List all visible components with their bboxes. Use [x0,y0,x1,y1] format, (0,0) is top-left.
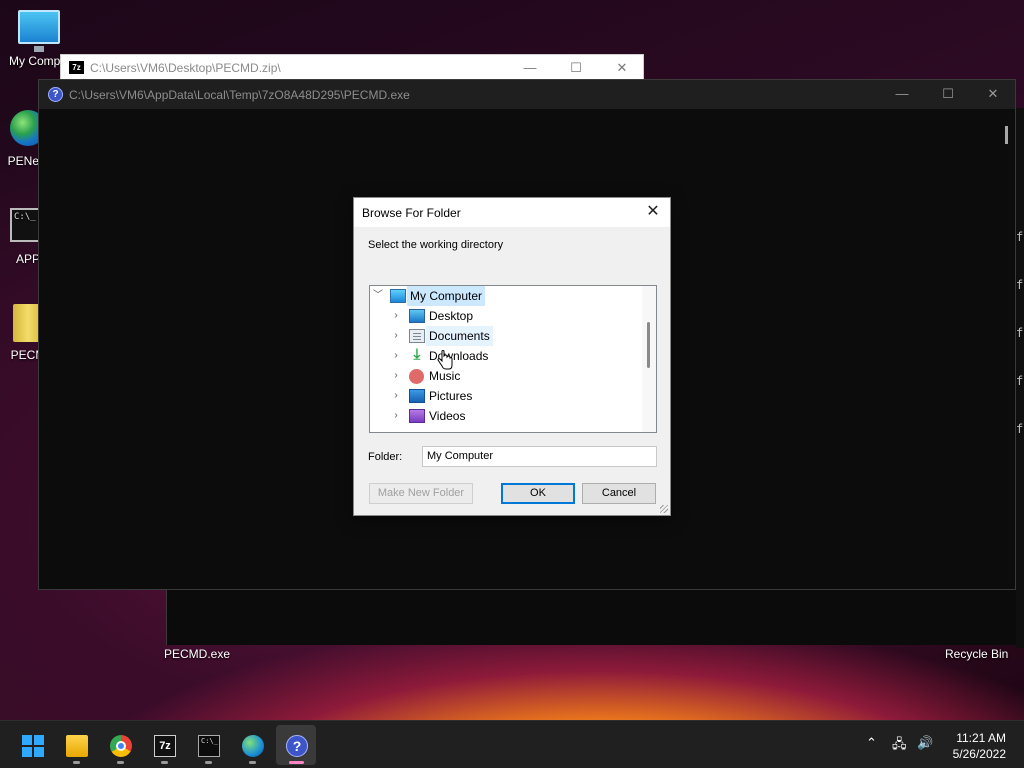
downloads-folder-icon: ⤓ [413,346,421,363]
chevron-right-icon[interactable]: › [390,386,402,406]
tree-item-label: Documents [426,326,493,346]
desktop-icon-label-recycle-bin[interactable]: Recycle Bin [945,647,1008,661]
resize-grip[interactable] [660,505,668,513]
console-scrollbar[interactable] [1005,126,1008,144]
taskbar-7zip[interactable]: 7z [144,725,184,765]
close-button[interactable]: ✕ [599,55,645,81]
cancel-button[interactable]: Cancel [582,483,656,504]
seven-zip-icon: 7z [69,61,84,74]
folder-input[interactable]: My Computer [422,446,657,467]
start-button[interactable] [12,725,52,765]
pictures-folder-icon [409,389,425,403]
taskbar-file-explorer[interactable] [56,725,96,765]
minimize-button[interactable]: — [507,55,553,81]
running-indicator [161,761,168,764]
chevron-down-icon[interactable]: ﹀ [372,286,384,306]
help-icon: ? [48,87,63,102]
tree-item-local-disk[interactable] [370,426,640,432]
running-indicator [249,761,256,764]
monitor-icon [18,10,60,52]
videos-folder-icon [409,409,425,423]
show-hidden-icons-chevron-icon[interactable]: ⌃ [866,735,877,751]
tree-item-downloads[interactable]: › ⤓ Downloads [370,346,640,366]
tree-item-my-computer[interactable]: ﹀ My Computer [370,286,640,306]
network-globe-icon [242,735,264,757]
taskbar-terminal[interactable]: C:\_ [188,725,228,765]
taskbar-network[interactable] [232,725,272,765]
running-indicator [73,761,80,764]
desktop-folder-icon [409,309,425,323]
tree-item-label: Pictures [429,389,473,403]
window-title: C:\Users\VM6\AppData\Local\Temp\7zO8A48D… [69,88,410,102]
tree-item-label: Videos [429,409,466,423]
maximize-button[interactable]: ☐ [925,81,971,107]
tree-item-desktop[interactable]: › Desktop [370,306,640,326]
make-new-folder-button[interactable]: Make New Folder [369,483,473,504]
taskbar-pecmd[interactable]: ? [276,725,316,765]
hand-cursor-icon [437,350,453,370]
browse-for-folder-dialog[interactable]: Browse For Folder ✕ Select the working d… [353,197,671,516]
chevron-right-icon[interactable]: › [390,306,402,326]
chevron-right-icon[interactable]: › [390,366,402,386]
close-button[interactable]: ✕ [970,81,1016,107]
dialog-titlebar[interactable]: Browse For Folder ✕ [354,198,670,227]
window-title: C:\Users\VM6\Desktop\PECMD.zip\ [90,61,281,75]
dialog-title: Browse For Folder [362,206,461,220]
console-text: f [1016,326,1024,340]
console-text: f [1016,422,1024,436]
tree-item-label: My Computer [407,286,486,306]
taskbar: 7z C:\_ ? ⌃ 🖧 🔊 11:21 AM 5/26/2022 [0,720,1024,768]
help-icon: ? [286,735,308,757]
running-indicator [205,761,212,764]
music-folder-icon [409,369,424,384]
clock-date: 5/26/2022 [952,747,1006,761]
computer-icon [390,289,406,303]
dialog-instruction: Select the working directory [368,239,504,251]
background-console-window[interactable] [166,589,1016,645]
tree-item-videos[interactable]: › Videos [370,406,640,426]
system-clock[interactable]: 11:21 AM 5/26/2022 [953,730,1006,762]
folder-tree[interactable]: ﹀ My Computer › Desktop › Documents › ⤓ … [369,285,657,433]
chevron-right-icon[interactable]: › [390,406,402,426]
tree-item-documents[interactable]: › Documents [370,326,640,346]
window-titlebar[interactable]: ? C:\Users\VM6\AppData\Local\Temp\7zO8A4… [39,80,1015,109]
windows-start-icon [22,735,44,757]
ok-button[interactable]: OK [501,483,575,504]
chevron-right-icon[interactable]: › [390,346,402,366]
maximize-button[interactable]: ☐ [553,55,599,81]
network-icon[interactable]: 🖧 [892,735,907,757]
clock-time: 11:21 AM [956,731,1006,745]
minimize-button[interactable]: — [879,81,925,107]
active-indicator [289,761,304,764]
desktop-icon-label-pecmd[interactable]: PECMD.exe [164,647,230,661]
volume-icon[interactable]: 🔊 [917,735,933,751]
console-text: f [1016,230,1024,244]
tree-scrollbar[interactable] [642,286,656,432]
folder-icon [66,735,88,757]
running-indicator [117,761,124,764]
tree-item-music[interactable]: › Music [370,366,640,386]
folder-label: Folder: [368,451,403,463]
console-text: f [1016,278,1024,292]
tree-item-label: Desktop [429,309,474,323]
documents-folder-icon [409,329,425,343]
taskbar-chrome[interactable] [100,725,140,765]
scrollbar-thumb[interactable] [647,322,650,368]
seven-zip-icon: 7z [154,735,176,757]
seven-zip-window[interactable]: 7z C:\Users\VM6\Desktop\PECMD.zip\ — ☐ ✕ [60,54,644,80]
terminal-icon: C:\_ [198,735,220,757]
console-text: f [1016,374,1024,388]
tree-item-pictures[interactable]: › Pictures [370,386,640,406]
chrome-icon [110,735,132,757]
close-button[interactable]: ✕ [644,203,662,221]
chevron-right-icon[interactable]: › [390,326,402,346]
